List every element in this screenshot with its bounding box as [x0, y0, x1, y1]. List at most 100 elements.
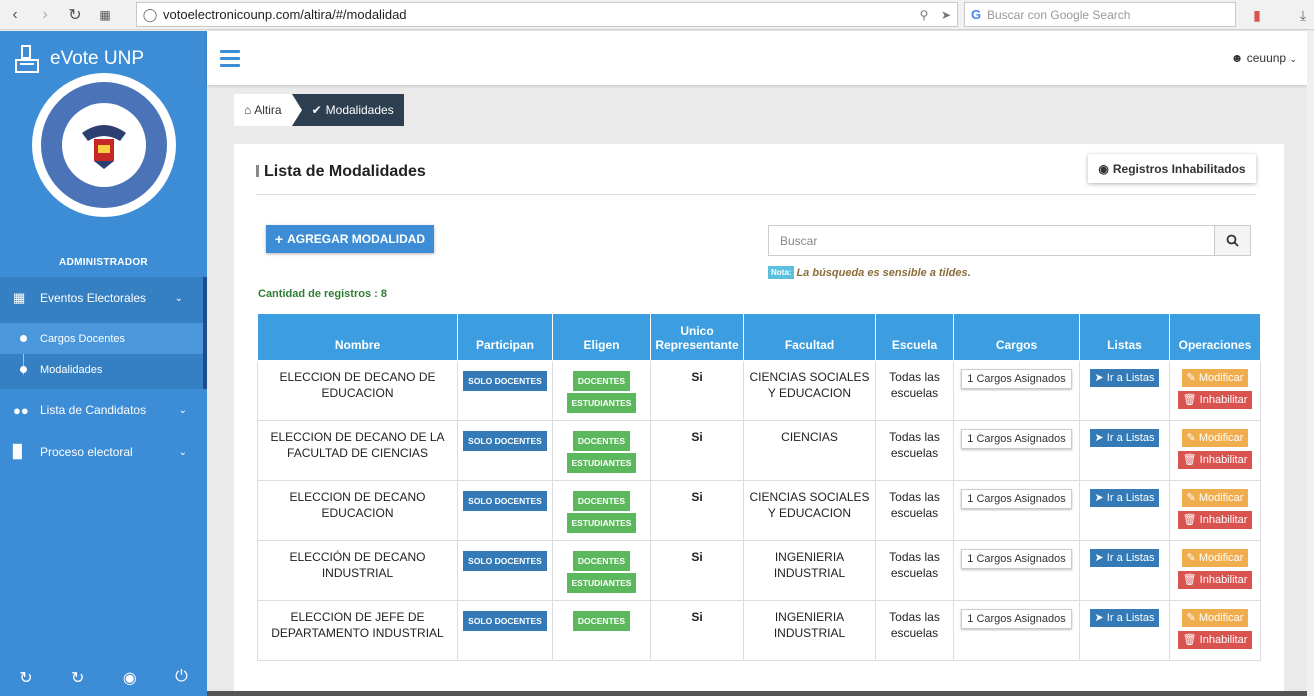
unico-text: Si: [691, 430, 703, 444]
inhabilitar-button[interactable]: 🗑 Inhabilitar: [1177, 511, 1253, 529]
page-scrollbar[interactable]: [1307, 31, 1314, 696]
col-eligen[interactable]: Eligen: [552, 313, 651, 361]
cell-escuela: Todas las escuelas: [875, 360, 954, 421]
facultad-text: CIENCIAS: [781, 430, 838, 444]
inhabilitar-button[interactable]: 🗑 Inhabilitar: [1177, 451, 1253, 469]
col-unico[interactable]: Unico Representante: [650, 313, 744, 361]
inhabilitar-button[interactable]: 🗑 Inhabilitar: [1177, 631, 1253, 649]
button-label: Ir a Listas: [1106, 492, 1155, 504]
cell-nombre: ELECCION DE DECANO DE LA FACULTAD DE CIE…: [257, 420, 458, 481]
chevron-down-icon: ⌄: [178, 446, 187, 458]
col-escuela[interactable]: Escuela: [875, 313, 954, 361]
eligen-badge: DOCENTES: [572, 551, 631, 571]
reload-icon[interactable]: ↻: [60, 0, 90, 30]
modificar-button[interactable]: ✎ Modificar: [1181, 369, 1249, 387]
search-page-icon[interactable]: ⚲: [913, 8, 935, 22]
send-icon[interactable]: ➤: [935, 8, 957, 22]
cell-operaciones: ✎ Modificar 🗑 Inhabilitar: [1169, 600, 1261, 661]
cell-facultad: INGENIERIA INDUSTRIAL: [743, 540, 876, 601]
button-label: Modificar: [1198, 492, 1244, 504]
power-icon[interactable]: ⏻: [175, 668, 188, 688]
cell-unico: Si: [650, 420, 744, 481]
col-facultad[interactable]: Facultad: [743, 313, 876, 361]
cell-nombre: ELECCIÓN DE DECANO INDUSTRIAL: [257, 540, 458, 601]
send-icon: ➤: [1094, 612, 1107, 624]
cargos-button[interactable]: 1 Cargos Asignados: [961, 549, 1072, 569]
edit-icon: ✎: [1186, 612, 1199, 624]
cell-participan: SOLO DOCENTES: [457, 360, 553, 421]
eye-slash-icon[interactable]: ◉: [123, 668, 137, 688]
button-label: Ir a Listas: [1106, 552, 1155, 564]
inhabilitar-button[interactable]: 🗑 Inhabilitar: [1177, 391, 1253, 409]
eraser-icon[interactable]: ▮: [1246, 4, 1268, 26]
trash-icon: 🗑: [1182, 454, 1200, 466]
cargos-button[interactable]: 1 Cargos Asignados: [961, 609, 1072, 629]
ir-a-listas-button[interactable]: ➤ Ir a Listas: [1089, 609, 1160, 627]
search-input[interactable]: [769, 226, 1214, 255]
address-bar[interactable]: ◯ votoelectronicounp.com/altira/#/modali…: [136, 2, 958, 27]
submenu-cargos-docentes[interactable]: Cargos Docentes: [0, 323, 203, 354]
col-operaciones[interactable]: Operaciones: [1169, 313, 1261, 361]
nombre-text: ELECCION DE DECANO DE EDUCACION: [279, 370, 436, 400]
forward-icon[interactable]: ›: [30, 0, 60, 30]
menu-eventos-electorales[interactable]: ▦ Eventos Electorales ⌄: [0, 277, 207, 319]
col-nombre[interactable]: Nombre: [257, 313, 458, 361]
bottom-strip: [207, 691, 1307, 696]
modalidades-table: Nombre Participan Eligen Unico Represent…: [257, 313, 1261, 661]
modificar-button[interactable]: ✎ Modificar: [1181, 429, 1249, 447]
ballot-box-icon: [15, 45, 39, 73]
user-menu[interactable]: ☻ ceuunp ⌄: [1231, 51, 1297, 65]
unico-text: Si: [691, 490, 703, 504]
eligen-badge: DOCENTES: [572, 611, 631, 631]
table-row: ELECCION DE DECANO DE EDUCACION SOLO DOCE…: [257, 360, 1261, 421]
ir-a-listas-button[interactable]: ➤ Ir a Listas: [1089, 429, 1160, 447]
eligen-badge: DOCENTES: [572, 491, 631, 511]
refresh-icon[interactable]: ↻: [71, 668, 84, 688]
registros-inhabilitados-button[interactable]: ◉ Registros Inhabilitados: [1088, 154, 1256, 183]
google-search-box[interactable]: G Buscar con Google Search: [964, 2, 1236, 27]
send-icon: ➤: [1094, 432, 1107, 444]
inhabilitar-button[interactable]: 🗑 Inhabilitar: [1177, 571, 1253, 589]
table-row: ELECCION DE DECANO EDUCACION SOLO DOCENTE…: [257, 480, 1261, 541]
eligen-badge: ESTUDIANTES: [566, 513, 637, 533]
cargos-button[interactable]: 1 Cargos Asignados: [961, 429, 1072, 449]
button-label: Modificar: [1198, 552, 1244, 564]
button-label: Modificar: [1198, 432, 1244, 444]
eligen-badge: ESTUDIANTES: [566, 573, 637, 593]
col-listas[interactable]: Listas: [1079, 313, 1170, 361]
tabs-grid-icon[interactable]: ▦: [90, 0, 120, 30]
table-row: ELECCION DE DECANO DE LA FACULTAD DE CIE…: [257, 420, 1261, 481]
search-button[interactable]: [1214, 226, 1250, 255]
nombre-text: ELECCION DE DECANO DE LA FACULTAD DE CIE…: [270, 430, 445, 460]
cell-unico: Si: [650, 600, 744, 661]
cell-operaciones: ✎ Modificar 🗑 Inhabilitar: [1169, 420, 1261, 481]
breadcrumb-home[interactable]: ⌂ Altira: [234, 94, 292, 126]
breadcrumb-home-label: Altira: [254, 103, 282, 117]
cargos-button[interactable]: 1 Cargos Asignados: [961, 369, 1072, 389]
hamburger-menu-icon[interactable]: [220, 50, 240, 71]
modificar-button[interactable]: ✎ Modificar: [1181, 549, 1249, 567]
send-icon: ➤: [1094, 492, 1107, 504]
cell-unico: Si: [650, 360, 744, 421]
facultad-text: INGENIERIA INDUSTRIAL: [773, 610, 846, 640]
edit-icon: ✎: [1186, 552, 1199, 564]
ir-a-listas-button[interactable]: ➤ Ir a Listas: [1089, 549, 1160, 567]
menu-proceso-electoral[interactable]: ▉ Proceso electoral ⌄: [0, 431, 207, 473]
button-label: Inhabilitar: [1199, 514, 1248, 526]
add-modalidad-button[interactable]: + AGREGAR MODALIDAD: [266, 225, 434, 253]
modificar-button[interactable]: ✎ Modificar: [1181, 609, 1249, 627]
submenu-modalidades[interactable]: Modalidades: [0, 354, 203, 385]
cargos-button[interactable]: 1 Cargos Asignados: [961, 489, 1072, 509]
back-icon[interactable]: ‹: [0, 0, 30, 30]
modificar-button[interactable]: ✎ Modificar: [1181, 489, 1249, 507]
record-count: Cantidad de registros : 8: [258, 288, 387, 300]
col-cargos[interactable]: Cargos: [953, 313, 1080, 361]
ir-a-listas-button[interactable]: ➤ Ir a Listas: [1089, 489, 1160, 507]
seal-emblem-icon: [82, 125, 126, 169]
ir-a-listas-button[interactable]: ➤ Ir a Listas: [1089, 369, 1160, 387]
sync-icon[interactable]: ↻: [19, 668, 32, 688]
menu-lista-candidatos[interactable]: ●● Lista de Candidatos ⌄: [0, 389, 207, 431]
chevron-down-icon: ⌄: [178, 404, 187, 416]
download-icon[interactable]: ⤓: [1292, 4, 1314, 26]
col-participan[interactable]: Participan: [457, 313, 553, 361]
